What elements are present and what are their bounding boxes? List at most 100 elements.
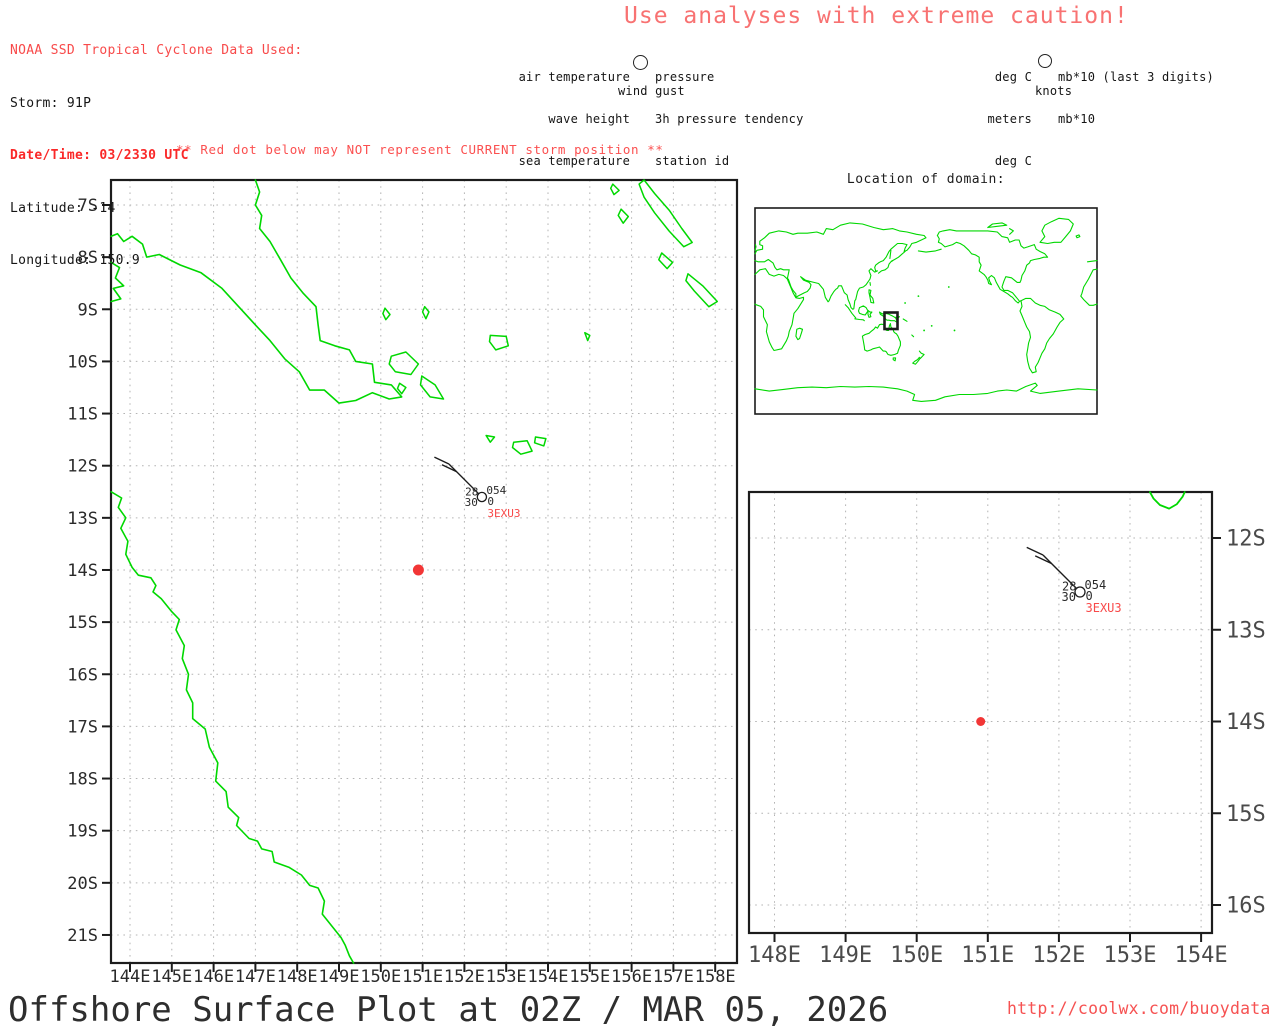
zoom-x-tick-label: 152E <box>1032 943 1085 968</box>
legend-pressure-label: pressure <box>655 70 804 84</box>
main-x-tick-label: 147E <box>235 967 276 987</box>
main-station-circle <box>477 492 486 501</box>
main-y-tick-label: 17S <box>67 717 98 737</box>
island-outline <box>389 352 418 375</box>
zoom-station-circle <box>1075 587 1085 597</box>
world-coastline <box>912 335 914 337</box>
station-legend-left-column: air temperature wave height sea temperat… <box>495 42 630 182</box>
zoom-y-tick-label: 16S <box>1226 894 1266 919</box>
legend-mb10-last3-label: mb*10 (last 3 digits) <box>1058 70 1214 84</box>
main-y-tick-label: 20S <box>67 874 98 894</box>
main-y-tick-label: 14S <box>67 561 98 581</box>
main-y-tick-label: 19S <box>67 822 98 842</box>
world-coastline <box>913 357 921 364</box>
main-station-sea-temp-value: 30 <box>465 496 478 509</box>
zoom-y-tick-label: 13S <box>1226 618 1266 643</box>
world-coastline <box>869 290 874 303</box>
world-coastline <box>893 358 895 361</box>
zoom-station-station-id: 3EXU3 <box>1086 601 1122 615</box>
plot-title: Offshore Surface Plot at 02Z / MAR 05, 2… <box>8 990 888 1030</box>
zoom-station-sea-temp-value: 30 <box>1062 590 1076 604</box>
world-coastline <box>755 269 804 351</box>
caution-banner: Use analyses with extreme caution! <box>624 3 1129 29</box>
island-outline <box>611 184 619 195</box>
island-outline <box>618 209 628 223</box>
main-x-tick-label: 148E <box>277 967 318 987</box>
units-legend-right-column: mb*10 (last 3 digits) mb*10 <box>1058 42 1214 140</box>
main-x-tick-label: 156E <box>611 967 652 987</box>
header-longitude: Longitude: 150.9 <box>10 252 303 270</box>
world-coastline <box>755 383 1097 401</box>
zoom-y-tick-label: 12S <box>1226 527 1266 552</box>
main-x-tick-label: 144E <box>110 967 151 987</box>
units-circle-glyph <box>1038 54 1052 68</box>
world-island-dot <box>948 286 950 288</box>
main-x-tick-label: 154E <box>528 967 569 987</box>
main-x-tick-label: 155E <box>569 967 610 987</box>
units-legend-left-column: deg C meters deg C <box>948 42 1032 182</box>
legend-mb10-label: mb*10 <box>1058 112 1214 126</box>
header-storm-id: Storm: 91P <box>10 95 303 113</box>
world-coastline <box>1040 218 1073 243</box>
main-station-wind-barb-1 <box>434 457 449 464</box>
island-outline <box>686 274 717 307</box>
legend-degc-air-label: deg C <box>948 70 1032 84</box>
world-coastline <box>890 250 891 258</box>
zoom-x-tick-label: 154E <box>1175 943 1228 968</box>
island-outline <box>513 441 533 455</box>
world-island-dot <box>954 330 956 332</box>
main-y-tick-label: 16S <box>67 665 98 685</box>
zoom-x-tick-label: 151E <box>961 943 1014 968</box>
main-y-tick-label: 18S <box>67 770 98 790</box>
world-coastline <box>1081 269 1097 305</box>
world-island-dot <box>931 325 933 327</box>
offshore-surface-plot-page: { "header": { "line1": "NOAA SSD Tropica… <box>0 0 1280 1024</box>
coastline-queensland <box>111 492 353 963</box>
zoom-map-frame <box>749 492 1212 933</box>
world-coastline <box>1010 229 1014 235</box>
main-x-tick-label: 152E <box>444 967 485 987</box>
inset-map-title: Location of domain: <box>755 172 1097 187</box>
main-y-tick-label: 10S <box>67 352 98 372</box>
world-island-dot <box>918 295 920 297</box>
island-outline <box>486 436 494 443</box>
zoom-y-tick-label: 14S <box>1226 710 1266 735</box>
zoom-island-rossel <box>1150 492 1185 509</box>
world-coastline <box>1088 261 1098 262</box>
main-x-tick-label: 150E <box>360 967 401 987</box>
main-x-tick-label: 151E <box>402 967 443 987</box>
main-x-tick-label: 149E <box>319 967 360 987</box>
world-map-frame <box>755 208 1097 414</box>
world-coastline <box>903 319 907 321</box>
world-coastline <box>868 310 872 317</box>
header-latitude: Latitude: -14 <box>10 200 303 218</box>
island-outline <box>659 253 673 269</box>
zoom-station-wind-barb-1 <box>1027 547 1043 555</box>
main-x-tick-label: 145E <box>151 967 192 987</box>
main-map-frame <box>111 180 737 963</box>
world-coastline <box>755 223 926 309</box>
world-coastline <box>918 249 941 252</box>
island-outline <box>421 376 444 399</box>
main-storm-position-dot <box>413 565 424 576</box>
world-coastline <box>796 328 803 339</box>
legend-pressure-tendency-label: 3h pressure tendency <box>655 112 804 126</box>
legend-wind-gust-label: wind gust <box>618 84 685 98</box>
island-outline <box>423 307 429 319</box>
world-coastline <box>937 236 1021 304</box>
world-coastline <box>988 223 1007 228</box>
header-data-source: NOAA SSD Tropical Cyclone Data Used: <box>10 42 303 60</box>
world-island-dot <box>923 330 925 332</box>
main-y-tick-label: 11S <box>67 405 98 425</box>
world-coastline <box>1020 298 1064 372</box>
main-x-tick-label: 158E <box>695 967 736 987</box>
legend-station-id-label: station id <box>655 154 804 168</box>
main-y-tick-label: 21S <box>67 926 98 946</box>
zoom-x-tick-label: 150E <box>890 943 943 968</box>
main-y-tick-label: 9S <box>78 300 98 320</box>
world-coastline <box>937 230 1047 301</box>
main-y-tick-label: 12S <box>67 457 98 477</box>
island-outline <box>398 383 406 393</box>
island-outline <box>383 308 390 320</box>
legend-wave-height-label: wave height <box>495 112 630 126</box>
